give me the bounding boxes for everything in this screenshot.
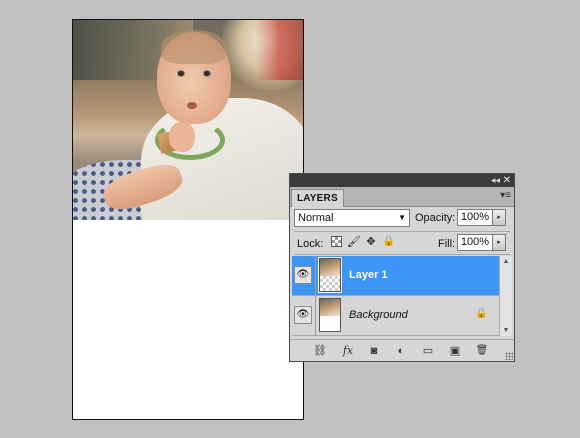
fx-icon[interactable]: fx — [340, 344, 356, 358]
row-divider — [315, 296, 316, 335]
layers-panel: ◂◂ ✕ LAYERS ▾≡ Normal ▼ Opacity: 100% ▸ … — [289, 173, 515, 362]
link-layers-icon[interactable]: ⛓ — [312, 344, 328, 358]
layer-name[interactable]: Layer 1 — [349, 269, 388, 281]
layer-row-layer-1[interactable]: 👁 Layer 1 — [292, 256, 499, 296]
photo-red-object — [255, 20, 303, 80]
resize-grip-icon[interactable] — [505, 352, 513, 360]
lock-transparent-pixels-icon[interactable] — [331, 236, 342, 247]
visibility-eye-icon[interactable]: 👁 — [294, 266, 312, 284]
visibility-eye-icon[interactable]: 👁 — [294, 306, 312, 324]
row-divider — [315, 256, 316, 295]
photo-baby-eye-left — [177, 70, 185, 77]
panel-tab-row: LAYERS ▾≡ — [290, 187, 514, 207]
document-canvas[interactable] — [72, 19, 304, 420]
adjustment-layer-icon[interactable]: ◐ — [393, 344, 409, 358]
scroll-down-icon[interactable]: ▼ — [500, 327, 512, 334]
photo-baby-mouth — [187, 102, 197, 109]
blend-mode-value: Normal — [298, 212, 334, 224]
layer-thumbnail[interactable] — [318, 257, 342, 293]
photo-baby-hand — [169, 122, 195, 152]
close-icon[interactable]: ✕ — [503, 174, 511, 187]
panel-footer: ⛓ fx ◙ ◐ ▭ ▣ 🗑 — [290, 339, 514, 361]
lock-image-pixels-icon[interactable]: 🖌 — [347, 235, 361, 249]
photo-baby-body — [141, 98, 303, 220]
fill-input[interactable]: 100% — [457, 234, 493, 251]
add-mask-icon[interactable]: ◙ — [366, 344, 382, 358]
layer-name[interactable]: Background — [349, 309, 408, 321]
blend-mode-select[interactable]: Normal ▼ — [294, 209, 410, 227]
panel-titlebar[interactable]: ◂◂ ✕ — [290, 174, 514, 187]
photo-layer-image — [73, 20, 303, 220]
panel-divider — [294, 254, 510, 255]
thumbnail-image — [320, 259, 340, 276]
lock-label: Lock: — [297, 238, 324, 250]
panel-divider — [294, 231, 510, 232]
delete-layer-icon[interactable]: 🗑 — [474, 344, 490, 358]
fill-label: Fill: — [438, 238, 456, 250]
thumbnail-image — [320, 299, 340, 316]
fill-slider-button[interactable]: ▸ — [493, 234, 506, 251]
opacity-input[interactable]: 100% — [457, 209, 493, 226]
thumbnail-transparency — [320, 276, 340, 291]
layer-lock-icon: 🔒 — [475, 308, 488, 319]
new-group-icon[interactable]: ▭ — [420, 344, 436, 358]
scroll-up-icon[interactable]: ▲ — [500, 258, 512, 265]
tab-layers[interactable]: LAYERS — [291, 189, 344, 207]
collapse-icon[interactable]: ◂◂ — [491, 174, 500, 187]
layers-list: 👁 Layer 1 👁 Background 🔒 — [292, 256, 499, 336]
layer-thumbnail[interactable] — [319, 298, 341, 332]
panel-menu-icon[interactable]: ▾≡ — [500, 190, 511, 202]
layer-row-background[interactable]: 👁 Background 🔒 — [292, 296, 499, 336]
photo-baby-eye-right — [203, 70, 211, 77]
chevron-down-icon: ▼ — [398, 213, 406, 222]
lock-position-icon[interactable]: ✥ — [364, 235, 378, 249]
layers-scrollbar[interactable]: ▲ ▼ — [499, 256, 512, 336]
lock-all-icon[interactable]: 🔒 — [382, 235, 396, 249]
new-layer-icon[interactable]: ▣ — [447, 344, 463, 358]
opacity-label: Opacity: — [415, 212, 456, 224]
opacity-slider-button[interactable]: ▸ — [493, 209, 506, 226]
photo-baby-hair — [161, 30, 227, 64]
